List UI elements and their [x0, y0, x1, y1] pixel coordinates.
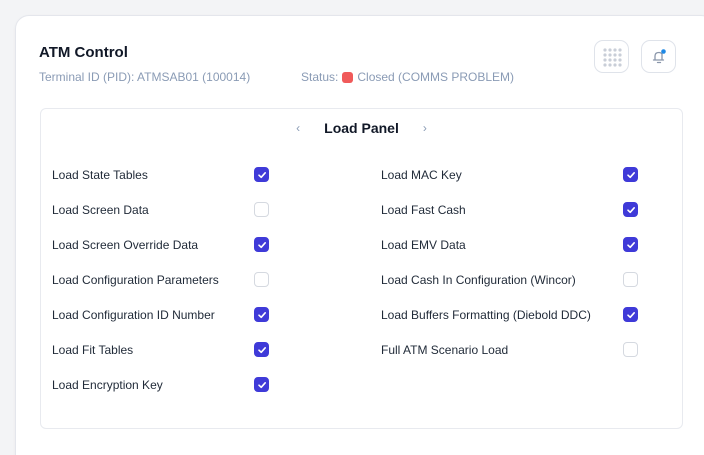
load-option-row[interactable]: Load MAC Key — [381, 165, 643, 185]
load-option-checkbox[interactable] — [254, 307, 269, 322]
load-option-checkbox[interactable] — [254, 342, 269, 357]
atm-control-card: ATM Control Terminal ID (PID): ATMSAB01 … — [15, 15, 704, 455]
load-option-label: Load Buffers Formatting (Diebold DDC) — [381, 308, 591, 322]
page-title: ATM Control — [39, 44, 128, 61]
checkmark-icon — [257, 241, 266, 248]
terminal-id: Terminal ID (PID): ATMSAB01 (100014) — [39, 70, 251, 84]
status-value: Closed (COMMS PROBLEM) — [357, 70, 515, 84]
load-option-checkbox[interactable] — [254, 237, 269, 252]
load-option-label: Load State Tables — [52, 168, 148, 182]
status-label: Status: — [301, 70, 339, 84]
load-option-label: Load Cash In Configuration (Wincor) — [381, 273, 576, 287]
load-option-label: Load Screen Override Data — [52, 238, 199, 252]
prev-panel-button[interactable]: ‹ — [292, 121, 304, 135]
load-option-checkbox[interactable] — [623, 272, 638, 287]
status-indicator — [342, 71, 354, 83]
checkmark-icon — [257, 346, 266, 353]
load-option-label: Load MAC Key — [381, 168, 462, 182]
load-option-row[interactable]: Full ATM Scenario Load — [381, 340, 643, 360]
load-option-label: Load Fast Cash — [381, 203, 466, 217]
load-option-label: Full ATM Scenario Load — [381, 343, 509, 357]
load-option-checkbox[interactable] — [623, 167, 638, 182]
status-line: Status: Closed (COMMS PROBLEM) — [301, 70, 514, 84]
load-option-label: Load Configuration ID Number — [52, 308, 215, 322]
load-option-label: Load EMV Data — [381, 238, 466, 252]
checkmark-icon — [626, 171, 635, 178]
load-option-checkbox[interactable] — [254, 167, 269, 182]
load-option-row[interactable]: Load State Tables — [52, 165, 274, 185]
load-option-row[interactable]: Load Cash In Configuration (Wincor) — [381, 270, 643, 290]
load-option-checkbox[interactable] — [254, 377, 269, 392]
panel-title: Load Panel — [324, 120, 399, 136]
grid-dots-icon — [602, 47, 622, 67]
load-option-label: Load Screen Data — [52, 203, 149, 217]
load-option-row[interactable]: Load Fast Cash — [381, 200, 643, 220]
checkmark-icon — [257, 171, 266, 178]
notifications-button[interactable] — [641, 40, 676, 73]
load-option-label: Load Configuration Parameters — [52, 273, 219, 287]
load-option-checkbox[interactable] — [623, 342, 638, 357]
load-option-checkbox[interactable] — [254, 272, 269, 287]
load-option-label: Load Fit Tables — [52, 343, 134, 357]
checkmark-icon — [257, 311, 266, 318]
panel-header: ‹ Load Panel › — [41, 118, 682, 138]
load-option-row[interactable]: Load Fit Tables — [52, 340, 274, 360]
load-option-checkbox[interactable] — [254, 202, 269, 217]
load-option-label: Load Encryption Key — [52, 378, 163, 392]
checkmark-icon — [626, 311, 635, 318]
load-option-checkbox[interactable] — [623, 307, 638, 322]
load-option-row[interactable]: Load Encryption Key — [52, 375, 274, 395]
load-option-row[interactable]: Load EMV Data — [381, 235, 643, 255]
next-panel-button[interactable]: › — [419, 121, 431, 135]
checkmark-icon — [257, 381, 266, 388]
load-panel: ‹ Load Panel › Load State Tables Load Scr… — [40, 108, 683, 429]
apps-grid-button[interactable] — [594, 40, 629, 73]
load-option-row[interactable]: Load Configuration Parameters — [52, 270, 274, 290]
load-option-row[interactable]: Load Screen Data — [52, 200, 274, 220]
load-option-checkbox[interactable] — [623, 202, 638, 217]
load-option-row[interactable]: Load Buffers Formatting (Diebold DDC) — [381, 305, 643, 325]
load-option-row[interactable]: Load Configuration ID Number — [52, 305, 274, 325]
load-option-row[interactable]: Load Screen Override Data — [52, 235, 274, 255]
checkmark-icon — [626, 206, 635, 213]
load-option-checkbox[interactable] — [623, 237, 638, 252]
checkmark-icon — [626, 241, 635, 248]
notification-bell-icon — [652, 48, 666, 63]
